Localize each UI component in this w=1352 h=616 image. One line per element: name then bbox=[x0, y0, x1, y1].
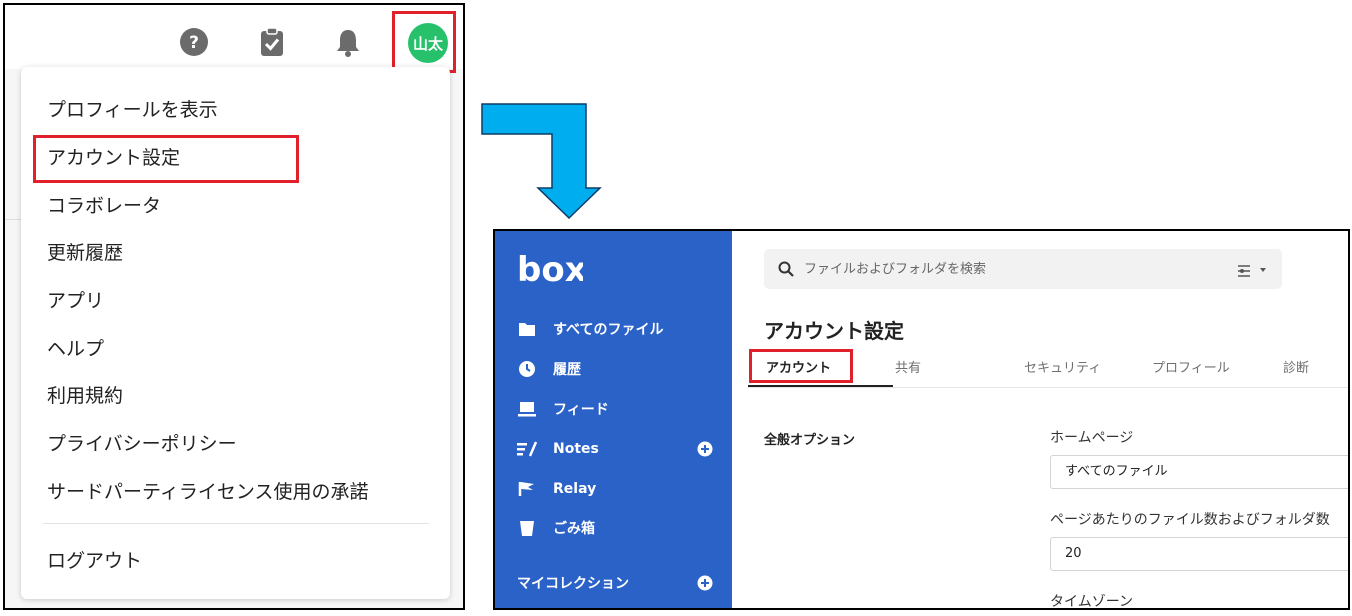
account-settings-highlight-box bbox=[33, 135, 299, 183]
feed-icon bbox=[517, 399, 537, 419]
avatar[interactable]: 山太 bbox=[408, 23, 448, 63]
avatar-highlight-box: 山太 bbox=[392, 11, 456, 73]
flow-arrow-icon bbox=[481, 103, 602, 220]
menu-item-apps[interactable]: アプリ bbox=[47, 286, 104, 316]
svg-text:box: box bbox=[517, 251, 583, 287]
relay-flag-icon bbox=[517, 479, 537, 499]
search-icon bbox=[778, 261, 794, 277]
account-tab-highlight-box bbox=[749, 349, 853, 383]
sidebar-item-relay[interactable]: Relay bbox=[517, 477, 596, 501]
sidebar-item-label: フィード bbox=[553, 402, 609, 418]
menu-item-terms[interactable]: 利用規約 bbox=[47, 381, 123, 411]
menu-item-update-history[interactable]: 更新履歴 bbox=[47, 238, 123, 268]
sidebar-item-label: マイコレクション bbox=[517, 576, 629, 592]
active-tab-underline bbox=[748, 385, 893, 387]
box-logo: box bbox=[517, 251, 583, 287]
items-per-page-label: ページあたりのファイル数およびフォルダ数 bbox=[1050, 512, 1330, 528]
sidebar-item-label: すべてのファイル bbox=[553, 322, 664, 338]
sidebar-my-collections[interactable]: マイコレクション bbox=[517, 571, 629, 595]
tab-security[interactable]: セキュリティ bbox=[1024, 357, 1101, 376]
menu-divider bbox=[43, 523, 429, 524]
menu-item-view-profile[interactable]: プロフィールを表示 bbox=[47, 95, 218, 125]
add-note-icon[interactable] bbox=[697, 441, 713, 457]
trash-icon bbox=[517, 518, 537, 538]
sidebar-item-history[interactable]: 履歴 bbox=[517, 357, 581, 381]
page-title: アカウント設定 bbox=[764, 319, 904, 343]
sidebar-item-all-files[interactable]: すべてのファイル bbox=[517, 317, 663, 341]
search-input[interactable] bbox=[804, 257, 1204, 281]
tab-profile[interactable]: プロフィール bbox=[1152, 357, 1230, 376]
main-content: アカウント設定 アカウント 共有 セキュリティ プロフィール 診断 全般オプショ… bbox=[732, 231, 1348, 610]
menu-item-third-party-licenses[interactable]: サードパーティライセンス使用の承諾 bbox=[47, 477, 368, 507]
bell-icon[interactable] bbox=[333, 27, 363, 57]
notes-icon bbox=[517, 439, 537, 459]
folder-icon bbox=[517, 319, 537, 339]
sidebar-item-label: Notes bbox=[553, 441, 599, 457]
box-account-settings-screenshot: box すべてのファイル 履歴 フィード Notes Relay ごみ箱 マイコ… bbox=[493, 229, 1350, 610]
tab-diagnostics[interactable]: 診断 bbox=[1283, 357, 1309, 376]
svg-text:?: ? bbox=[189, 33, 199, 53]
menu-item-logout[interactable]: ログアウト bbox=[47, 546, 142, 576]
menu-item-privacy-policy[interactable]: プライバシーポリシー bbox=[47, 429, 237, 459]
sidebar-item-label: Relay bbox=[553, 481, 597, 497]
sidebar-item-label: 履歴 bbox=[553, 362, 581, 378]
section-label-general-options: 全般オプション bbox=[764, 433, 856, 448]
home-page-select[interactable]: すべてのファイル bbox=[1050, 455, 1348, 489]
top-header-bar: ? 山太 bbox=[5, 5, 463, 73]
search-bar bbox=[764, 249, 1282, 289]
timezone-label: タイムゾーン bbox=[1050, 594, 1134, 610]
search-filter-icon[interactable] bbox=[1236, 261, 1272, 277]
help-circle-icon[interactable]: ? bbox=[179, 27, 209, 57]
clipboard-check-icon[interactable] bbox=[257, 27, 287, 57]
home-page-label: ホームページ bbox=[1050, 430, 1134, 446]
items-per-page-input[interactable]: 20 bbox=[1050, 537, 1348, 571]
sidebar-item-label: ごみ箱 bbox=[553, 521, 595, 537]
clock-icon bbox=[517, 359, 537, 379]
sidebar-item-trash[interactable]: ごみ箱 bbox=[517, 516, 595, 540]
add-collection-icon[interactable] bbox=[697, 575, 713, 591]
sidebar-item-feed[interactable]: フィード bbox=[517, 397, 609, 421]
tab-baseline bbox=[748, 387, 1348, 388]
sidebar: box すべてのファイル 履歴 フィード Notes Relay ごみ箱 マイコ… bbox=[495, 231, 732, 608]
menu-item-help[interactable]: ヘルプ bbox=[47, 334, 104, 364]
menu-item-collaborators[interactable]: コラボレータ bbox=[47, 191, 161, 221]
sidebar-item-notes[interactable]: Notes bbox=[517, 437, 599, 461]
account-menu-screenshot: ? 山太 プロフィールを表示 アカウント設定 コラボレータ 更新履歴 アプリ ヘ… bbox=[3, 3, 465, 610]
tab-sharing[interactable]: 共有 bbox=[895, 357, 921, 376]
